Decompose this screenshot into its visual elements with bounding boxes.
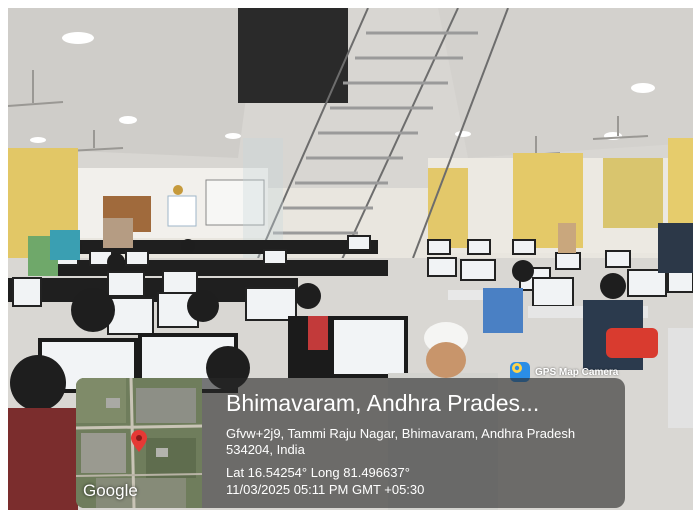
google-logo: Google (83, 481, 138, 500)
map-pin-icon (131, 430, 147, 452)
map-thumbnail: Google (76, 378, 202, 508)
place-title: Bhimavaram, Andhra Prades... (226, 390, 540, 416)
address-text: Gfvw+2j9, Tammi Raju Nagar, Bhimavaram, … (226, 426, 576, 457)
datetime-text: 11/03/2025 05:11 PM GMT +05:30 (226, 482, 425, 497)
location-overlay: Google Bhimavaram, Andhra Prades... Gfvw… (76, 378, 625, 508)
badge-label: GPS Map Camera (535, 366, 619, 378)
coordinates-text: Lat 16.54254° Long 81.496637° (226, 465, 410, 480)
